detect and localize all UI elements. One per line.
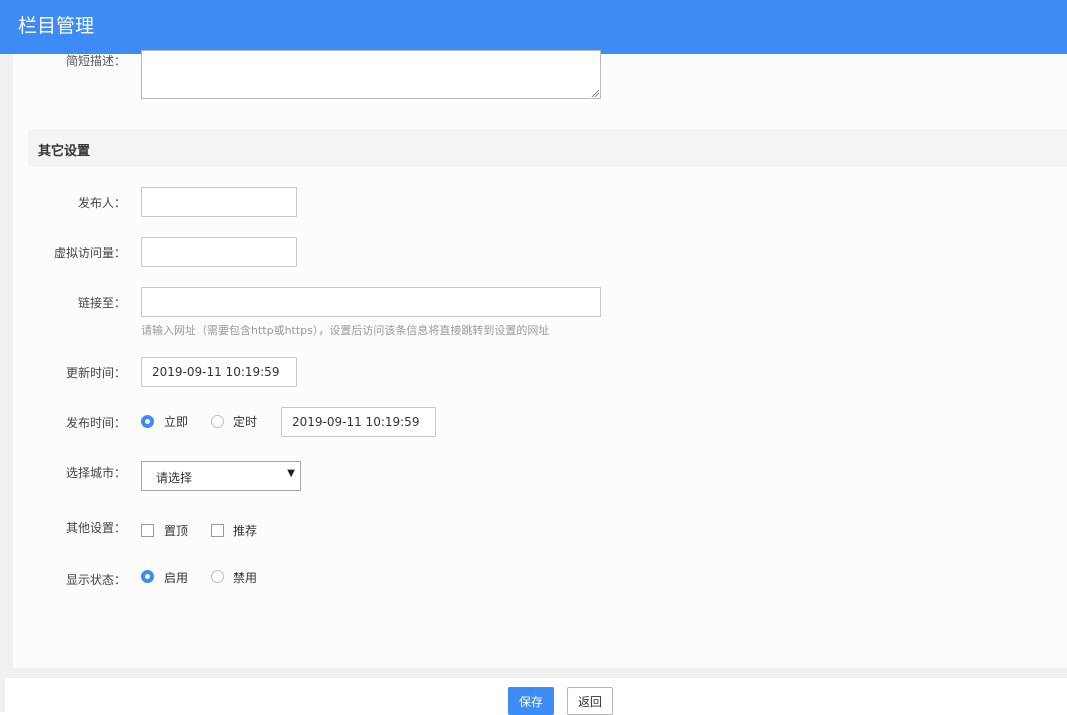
publish-now-radio[interactable] <box>141 415 154 428</box>
city-label: 选择城市： <box>65 466 126 480</box>
city-select-value: 请选择 <box>156 471 193 485</box>
page-title: 栏目管理 <box>18 15 95 37</box>
pin-top-label[interactable]: 置顶 <box>164 522 188 539</box>
publish-scheduled-radio[interactable] <box>211 415 224 428</box>
caret-down-icon: ▼ <box>287 468 295 479</box>
section-title: 其它设置 <box>38 144 91 159</box>
pin-top-checkbox[interactable] <box>141 524 154 537</box>
publisher-input[interactable] <box>141 187 297 217</box>
resize-grip-icon[interactable] <box>591 89 599 97</box>
recommend-label[interactable]: 推荐 <box>233 522 257 539</box>
status-disabled-radio[interactable] <box>211 570 224 583</box>
publish-scheduled-label[interactable]: 定时 <box>233 413 257 430</box>
description-label: 简短描述： <box>65 54 126 68</box>
save-button[interactable]: 保存 <box>508 687 554 715</box>
other-settings-label: 其他设置： <box>65 521 126 535</box>
publish-now-label[interactable]: 立即 <box>164 413 188 430</box>
update-time-label: 更新时间： <box>65 366 126 380</box>
form-panel: 简短描述： 其它设置 发布人： 虚拟访问量： 链接至： 请输入网址（需要包含ht… <box>13 50 1067 668</box>
publish-time-label: 发布时间： <box>65 416 126 430</box>
publisher-label: 发布人： <box>77 196 126 210</box>
status-enabled-label[interactable]: 启用 <box>164 569 188 586</box>
back-button[interactable]: 返回 <box>567 687 613 715</box>
recommend-checkbox[interactable] <box>211 524 224 537</box>
virtual-views-label: 虚拟访问量： <box>53 246 126 260</box>
display-status-label: 显示状态： <box>65 573 126 587</box>
link-to-hint: 请输入网址（需要包含http或https），设置后访问该条信息将直接跳转到设置的… <box>141 324 550 337</box>
link-to-input[interactable] <box>141 287 601 317</box>
update-time-input[interactable]: 2019-09-11 10:19:59 <box>141 357 297 387</box>
city-select[interactable]: 请选择 ▼ <box>141 461 301 491</box>
status-enabled-radio[interactable] <box>141 570 154 583</box>
link-to-label: 链接至： <box>77 296 126 310</box>
section-header-other-settings: 其它设置 <box>28 129 1067 167</box>
description-textarea[interactable] <box>141 50 601 99</box>
virtual-views-input[interactable] <box>141 237 297 267</box>
form-footer: 保存 返回 <box>5 678 1067 715</box>
scheduled-time-input[interactable]: 2019-09-11 10:19:59 <box>281 407 436 437</box>
top-header: 栏目管理 <box>0 0 1067 54</box>
status-disabled-label[interactable]: 禁用 <box>233 569 257 586</box>
